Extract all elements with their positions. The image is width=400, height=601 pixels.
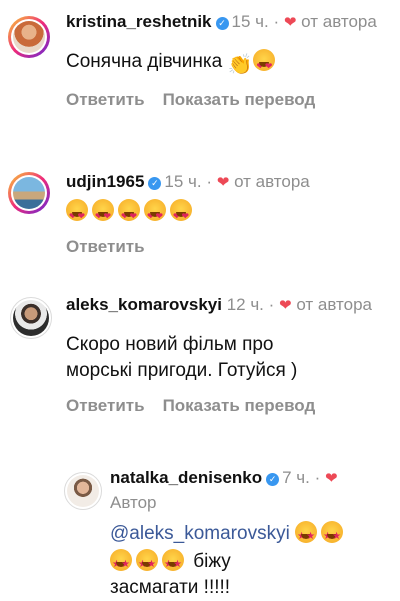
comment-text-content: біжу (193, 551, 231, 572)
avatar[interactable] (64, 472, 102, 510)
comment-header: kristina_reshetnik ✓ 15 ч. · ❤ от автора (66, 12, 377, 31)
heart-eyes-emoji-icon (144, 199, 166, 229)
star-struck-emoji-icon (295, 521, 318, 550)
comment-text (66, 199, 390, 229)
show-translation-button[interactable]: Показать перевод (163, 396, 316, 415)
avatar[interactable] (10, 297, 52, 339)
comment-header: natalka_denisenko ✓ 7 ч. · ❤ (110, 468, 338, 487)
liked-by-author: от автора (296, 295, 372, 314)
star-struck-emoji-icon (162, 549, 184, 578)
reply-button[interactable]: Ответить (66, 396, 145, 415)
comment-text-line: морські пригоди. Готуйся ) (66, 360, 298, 381)
comment-text-line: Скоро новий фільм про (66, 334, 274, 355)
timestamp: 15 ч. (231, 12, 269, 31)
comment-text-content: Сонячна дівчинка (66, 51, 223, 72)
star-struck-emoji-icon (110, 549, 132, 578)
comment-text: Скоро новий фільм про морські пригоди. Г… (66, 332, 390, 384)
reply-button[interactable]: Ответить (66, 90, 145, 109)
username[interactable]: kristina_reshetnik (66, 12, 212, 31)
heart-icon: ❤ (325, 470, 338, 487)
comment-header: aleks_komarovskyi 12 ч. · ❤ от автора (66, 295, 372, 314)
verified-icon: ✓ (215, 17, 229, 30)
avatar[interactable] (8, 16, 50, 58)
heart-eyes-emoji-icon (66, 199, 88, 229)
author-badge: Автор (110, 493, 157, 512)
comment-text: @aleks_komarovskyi біжу засмагати !!!!! (110, 521, 390, 601)
liked-by-author: от автора (234, 172, 310, 191)
timestamp: 12 ч. (226, 295, 264, 314)
comment-text: Сонячна дівчинка 👏 (66, 49, 390, 79)
show-translation-button[interactable]: Показать перевод (163, 90, 316, 109)
username[interactable]: aleks_komarovskyi (66, 295, 222, 314)
heart-eyes-emoji-icon (253, 49, 276, 79)
heart-icon: ❤ (216, 174, 230, 191)
verified-icon: ✓ (266, 473, 280, 486)
comment-header: udjin1965 ✓ 15 ч. · ❤ от автора (66, 172, 310, 191)
reply-button[interactable]: Ответить (66, 237, 145, 256)
heart-icon: ❤ (279, 297, 292, 314)
timestamp: 15 ч. (164, 172, 202, 191)
heart-icon: ❤ (283, 14, 297, 31)
star-struck-emoji-icon (321, 521, 344, 550)
clapping-hands-icon: 👏 (227, 54, 253, 76)
heart-eyes-emoji-icon (118, 199, 140, 229)
liked-by-author: от автора (301, 12, 377, 31)
heart-eyes-emoji-icon (92, 199, 114, 229)
comment-text-line: засмагати !!!!! (110, 577, 231, 598)
timestamp: 7 ч. (282, 468, 310, 487)
heart-eyes-emoji-icon (170, 199, 192, 229)
username[interactable]: natalka_denisenko (110, 468, 262, 487)
mention-link[interactable]: @aleks_komarovskyi (110, 523, 290, 544)
star-struck-emoji-icon (136, 549, 158, 578)
avatar[interactable] (8, 172, 50, 214)
verified-icon: ✓ (148, 177, 162, 190)
username[interactable]: udjin1965 (66, 172, 144, 191)
